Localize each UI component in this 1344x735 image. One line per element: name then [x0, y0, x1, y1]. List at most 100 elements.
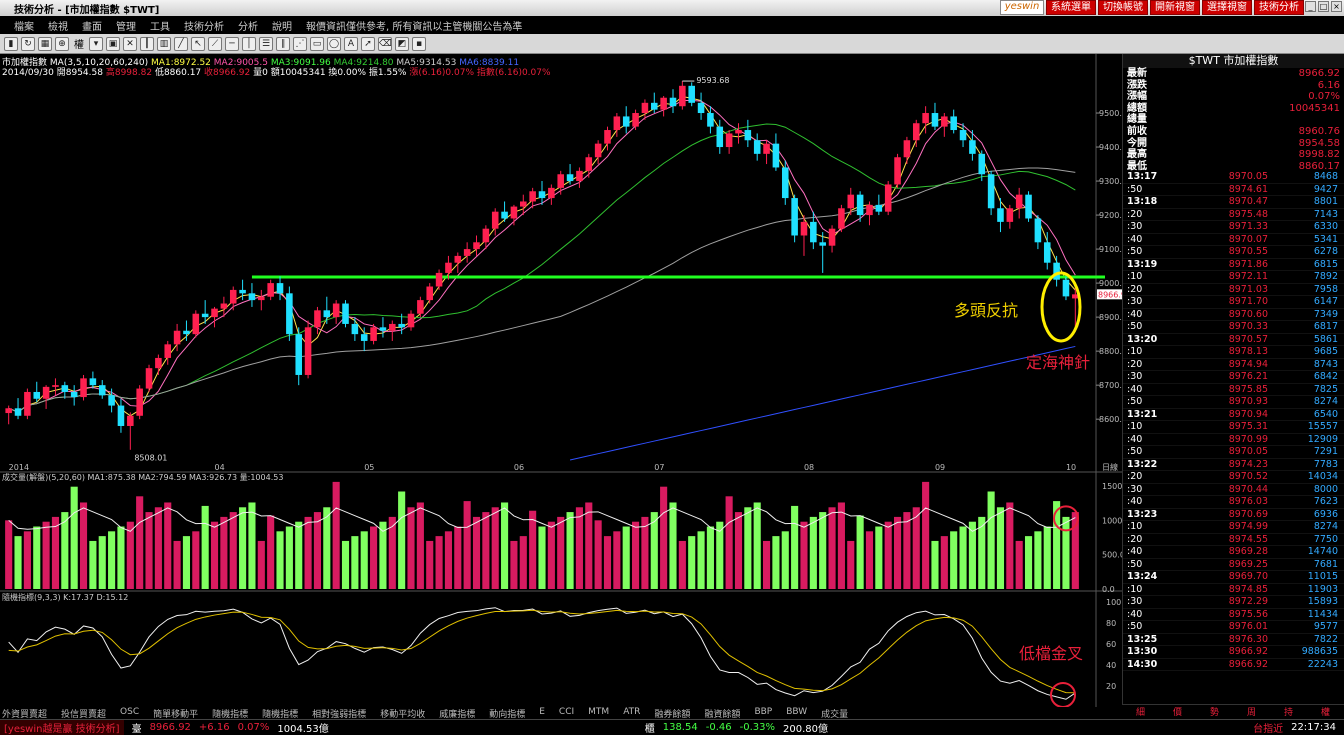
indicator-tab[interactable]: 隨機指標 [262, 707, 298, 720]
menu-item-tools[interactable]: 工具 [150, 18, 170, 33]
menu-item-view[interactable]: 檢視 [48, 18, 68, 33]
toolbar: ▮ ↻ ▦ ⊕ 權 ▾ ▣ ✕ ┃ ▥ ╱ ↖ ⟋ ─ │ ☰ ∥ ⋰ ▭ ◯ … [0, 34, 1344, 54]
rect-icon[interactable]: ▭ [310, 36, 324, 51]
candle-body [463, 249, 471, 256]
indicator-tab[interactable]: OSC [120, 707, 139, 719]
high-value: 高8998.82 [105, 68, 153, 78]
pointer-icon[interactable]: ↖ [191, 36, 205, 51]
select-window-button[interactable]: 選擇視窗 [1202, 0, 1252, 15]
tech-analysis-button[interactable]: 技術分析 [1254, 0, 1304, 15]
eraser-icon[interactable]: ⌫ [378, 36, 392, 51]
tick-volume: 11434 [1307, 608, 1338, 620]
tick-time: :40 [1127, 496, 1143, 507]
chart-area[interactable]: 9500.0 9400.0 9300.0 9200.0 9100.0 9000.0 8900… [0, 54, 1122, 707]
minimize-icon[interactable]: _ [1305, 1, 1316, 12]
quote-tab[interactable]: 細 [1122, 705, 1159, 718]
candle-icon[interactable]: ┃ [140, 36, 154, 51]
zoom-icon[interactable]: ⊕ [55, 36, 69, 51]
tick-price: 8978.13 [1228, 346, 1268, 357]
candle-body [248, 293, 256, 301]
channel-icon[interactable]: ∥ [276, 36, 290, 51]
fan-icon[interactable]: ⋰ [293, 36, 307, 51]
tick-volume: 15557 [1307, 421, 1338, 432]
menu-item-screen[interactable]: 畫面 [82, 18, 102, 33]
candle-body [688, 85, 695, 103]
bar-icon[interactable]: ▥ [157, 36, 171, 51]
text-icon[interactable]: A [344, 36, 358, 51]
candle-body [641, 102, 649, 114]
indicator-tab[interactable]: 外資買賣超 [2, 707, 47, 720]
tick-list[interactable]: 13:17 8970.05 8468:50 8974.61 9427 13:18 8970.… [1123, 171, 1344, 671]
indicator-tab[interactable]: 融資餘額 [704, 707, 740, 720]
indicator-tab[interactable]: 威廉指標 [439, 707, 475, 720]
indicator-tab[interactable]: 隨機指標 [212, 707, 248, 720]
system-menu-button[interactable]: 系統選單 [1046, 0, 1096, 15]
quote-tab[interactable]: 權 [1307, 705, 1344, 718]
quote-tab[interactable]: 周 [1233, 705, 1270, 718]
x-tick-label: 04 [215, 463, 225, 472]
quote-tab[interactable]: 價 [1159, 705, 1196, 718]
maximize-icon[interactable]: □ [1318, 1, 1329, 12]
volume-bar [117, 526, 125, 589]
indicator-tab[interactable]: BBW [786, 707, 807, 719]
refresh-icon[interactable]: ↻ [21, 36, 35, 51]
indicator-tab[interactable]: 成交量 [821, 707, 848, 720]
tick-price: 8971.70 [1228, 296, 1268, 307]
candle-body [1025, 194, 1032, 219]
candle-body [520, 201, 527, 207]
volume-bar [267, 515, 275, 589]
new-window-button[interactable]: 開新視窗 [1150, 0, 1200, 15]
indicator-tab[interactable]: E [539, 707, 545, 719]
line-icon[interactable]: ╱ [174, 36, 188, 51]
tick-row: :10 8972.11 7892 [1123, 271, 1344, 284]
indicator-tab[interactable]: 動向指標 [489, 707, 525, 720]
indicator-tab[interactable]: MTM [588, 707, 609, 719]
select-icon[interactable]: ▣ [106, 36, 120, 51]
close-icon[interactable]: × [1331, 1, 1342, 12]
menu-item-file[interactable]: 檔案 [14, 18, 34, 33]
indicator-tab[interactable]: CCI [559, 707, 574, 719]
yeswin-logo[interactable]: yeswin [1000, 0, 1044, 15]
menu-item-analysis[interactable]: 分析 [238, 18, 258, 33]
chart-type-icon[interactable]: ▮ [4, 36, 18, 51]
volume-bar [154, 507, 162, 589]
candle-body [622, 116, 630, 127]
quote-tab[interactable]: 持 [1270, 705, 1307, 718]
candle-body [669, 97, 677, 107]
chevron-down-icon[interactable]: ▾ [89, 36, 103, 51]
candle-body [332, 303, 340, 318]
futures-label[interactable]: 台指近 [1253, 720, 1283, 735]
cancel-icon[interactable]: ✕ [123, 36, 137, 51]
candle-body [398, 323, 405, 328]
indicator-tab[interactable]: 簡單移動平 [153, 707, 198, 720]
candle-body [183, 330, 190, 335]
save-icon[interactable]: ▪ [412, 36, 426, 51]
draw-line-icon[interactable]: ⟋ [208, 36, 222, 51]
arrow-icon[interactable]: ➚ [361, 36, 375, 51]
indicator-tab[interactable]: BBP [754, 707, 772, 719]
color-icon[interactable]: ◩ [395, 36, 409, 51]
volume-bar [912, 507, 920, 589]
quote-tab[interactable]: 勢 [1196, 705, 1233, 718]
period-dropdown[interactable]: 權 [72, 36, 86, 51]
indicator-tab[interactable]: ATR [623, 707, 640, 719]
menu-item-help[interactable]: 說明 [272, 18, 292, 33]
indicator-tab[interactable]: 投信買賣超 [61, 707, 106, 720]
quote-label: 最新 [1127, 68, 1147, 79]
indicator-tab[interactable]: 移動平均收 [380, 707, 425, 720]
fibonacci-icon[interactable]: ☰ [259, 36, 273, 51]
menu-item-tech-analysis[interactable]: 技術分析 [184, 18, 224, 33]
grid-icon[interactable]: ▦ [38, 36, 52, 51]
volume-bar [108, 531, 116, 589]
indicator-tab[interactable]: 融券餘額 [654, 707, 690, 720]
ellipse-icon[interactable]: ◯ [327, 36, 341, 51]
vline-icon[interactable]: │ [242, 36, 256, 51]
tick-time: 13:25 [1127, 633, 1158, 645]
quote-label: 最高 [1127, 149, 1147, 161]
hline-icon[interactable]: ─ [225, 36, 239, 51]
menu-item-manage[interactable]: 管理 [116, 18, 136, 33]
volume-bar [472, 516, 481, 589]
kd-y-tick: 80 [1106, 619, 1116, 628]
switch-account-button[interactable]: 切換帳號 [1098, 0, 1148, 15]
indicator-tab[interactable]: 相對強弱指標 [312, 707, 366, 720]
